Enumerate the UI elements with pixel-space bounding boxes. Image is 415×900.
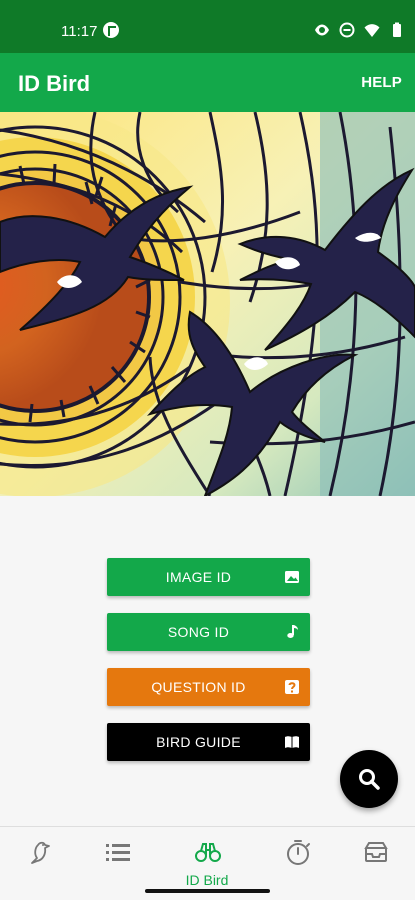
status-icons [314, 21, 405, 39]
nav-id-bird[interactable]: ID Bird [177, 839, 237, 888]
status-time: 11:17 [61, 23, 98, 40]
music-note-icon [287, 625, 298, 638]
song-id-button[interactable]: SONG ID [107, 613, 310, 651]
bird-guide-label: BIRD GUIDE [156, 734, 241, 750]
question-id-label: QUESTION ID [151, 679, 246, 695]
archive-icon [364, 842, 388, 862]
bird-guide-button[interactable]: BIRD GUIDE [107, 723, 310, 761]
bird-icon [31, 841, 50, 864]
book-icon [285, 736, 299, 748]
search-icon [359, 769, 380, 790]
question-id-button[interactable]: QUESTION ID [107, 668, 310, 706]
main-menu: IMAGE ID SONG ID QUESTION ID BIRD GUIDE [107, 558, 310, 778]
image-id-label: IMAGE ID [165, 569, 232, 585]
binoculars-icon [195, 843, 221, 862]
help-button[interactable]: HELP [361, 74, 402, 91]
app-title: ID Bird [18, 71, 91, 96]
song-id-label: SONG ID [167, 624, 230, 640]
timer-icon [287, 840, 310, 865]
do-not-disturb-icon [339, 22, 355, 38]
image-id-button[interactable]: IMAGE ID [107, 558, 310, 596]
nav-id-bird-label: ID Bird [185, 872, 229, 888]
home-indicator [145, 889, 270, 893]
status-bar: 11:17 [0, 0, 415, 53]
nav-bird[interactable] [10, 839, 70, 883]
wifi-icon [364, 24, 380, 37]
nav-timer[interactable] [267, 839, 327, 883]
app-bar: ID Bird HELP [0, 53, 415, 112]
image-icon [285, 571, 299, 583]
nav-archive[interactable] [345, 839, 405, 883]
hero-artwork [0, 112, 415, 496]
stained-glass-swallows-illustration [0, 112, 415, 496]
nav-list[interactable] [87, 839, 147, 883]
search-button[interactable] [340, 750, 398, 808]
app-notification-icon [103, 22, 119, 38]
question-icon [285, 680, 299, 694]
eye-icon [315, 24, 329, 36]
battery-icon [393, 22, 401, 37]
list-icon [106, 844, 130, 861]
